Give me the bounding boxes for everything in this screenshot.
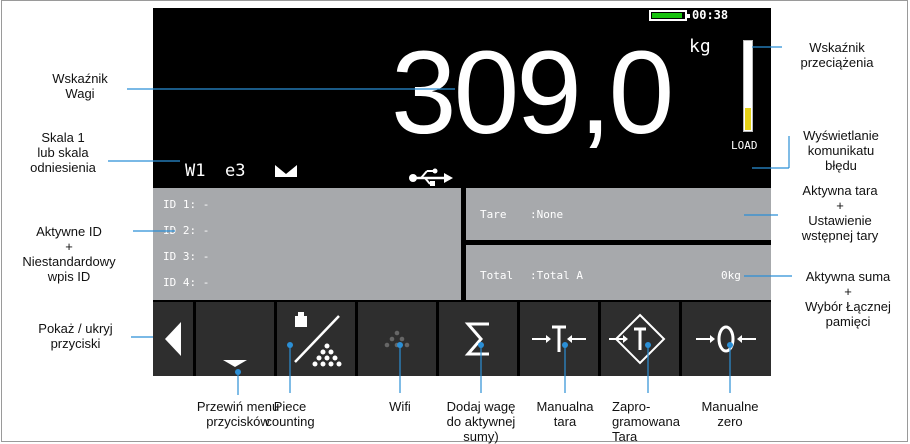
callout-preset-tare: Zapro-gramowana Tara bbox=[612, 399, 680, 444]
callout-piece-counting: Piece counting bbox=[265, 399, 315, 429]
callout-manual-zero: Manualne zero bbox=[701, 399, 759, 429]
callout-add-weight: Dodaj wagę do aktywnej sumy) bbox=[446, 399, 516, 444]
callout-overload: Wskaźnik przeciążenia bbox=[800, 40, 874, 70]
callout-wifi: Wifi bbox=[389, 399, 411, 414]
callout-lines bbox=[108, 46, 792, 395]
callout-manual-tare: Manualna tara bbox=[536, 399, 594, 429]
callout-error-message: Wyświetlanie komunikatu błędu bbox=[803, 128, 879, 173]
callout-active-total: Aktywna suma + Wybór Łącznej pamięci bbox=[805, 269, 891, 329]
callout-active-tare: Aktywna tara + Ustawienie wstępnej tary bbox=[801, 183, 879, 243]
callout-scale: Skala 1 lub skala odniesienia bbox=[30, 130, 96, 175]
callout-active-id: Aktywne ID + Niestandardowy wpis ID bbox=[22, 224, 116, 284]
callout-weight-indicator: Wskaźnik Wagi bbox=[52, 71, 108, 101]
callout-show-hide: Pokaż / ukryj przyciski bbox=[38, 321, 113, 351]
